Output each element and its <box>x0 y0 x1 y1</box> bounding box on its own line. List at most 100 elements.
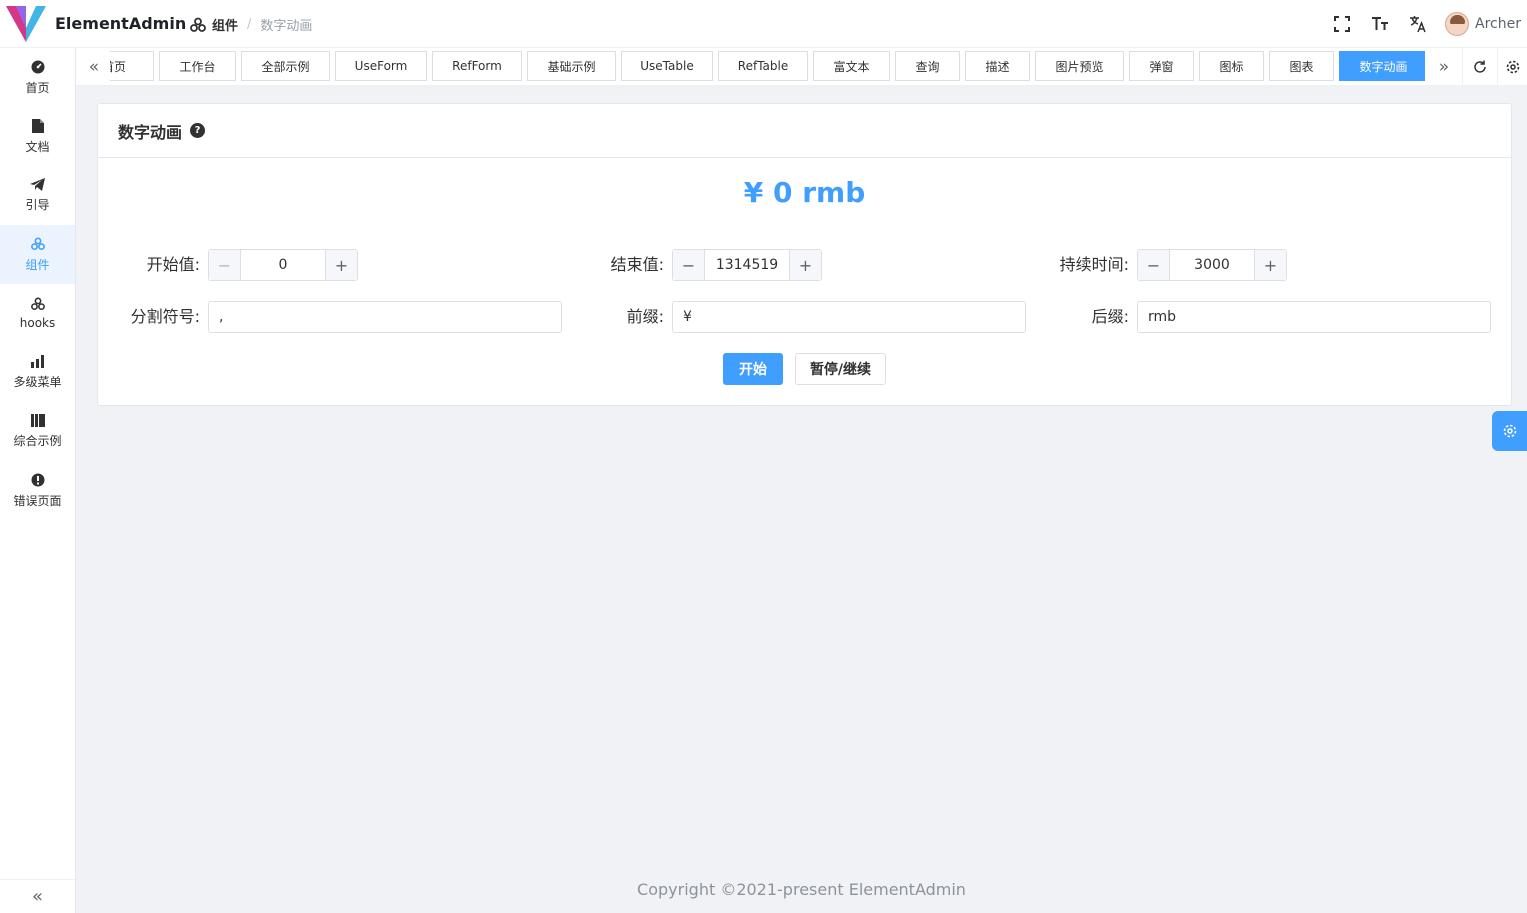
sidebar-item-label: hooks <box>19 316 56 330</box>
sidebar-item-components[interactable]: 组件 <box>0 225 75 284</box>
tags-settings-button[interactable] <box>1497 48 1527 86</box>
sidebar-collapse-button[interactable]: « <box>0 879 75 913</box>
breadcrumb: 组件 / 数字动画 <box>190 15 312 34</box>
tag-label: 弹窗 <box>1149 59 1174 74</box>
form-row-numbers: 开始值: − 0 + 结束值: − 1314519 + 持续时间: − 3000… <box>98 249 1511 281</box>
font-size-icon <box>1372 17 1389 30</box>
sidebar-item-error-pages[interactable]: 错误页面 <box>0 461 75 520</box>
tag-label: UseTable <box>640 59 694 73</box>
count-to-card: 数字动画 ? ¥ 0 rmb 开始值: − 0 + 结束值: − 1314519… <box>97 103 1512 406</box>
sidebar-item-examples[interactable]: 综合示例 <box>0 402 75 461</box>
tag-descriptions[interactable]: 描述 <box>965 51 1030 81</box>
start-value-increase-button[interactable]: + <box>325 250 357 280</box>
sidebar-item-hooks[interactable]: hooks <box>0 284 75 343</box>
refresh-button[interactable] <box>1462 48 1497 86</box>
footer-copyright: Copyright ©2021-present ElementAdmin <box>637 880 966 899</box>
breadcrumb-separator: / <box>247 17 252 32</box>
tag-image-viewer[interactable]: 图片预览 <box>1035 51 1124 81</box>
tag-basic-example[interactable]: 基础示例 <box>527 51 616 81</box>
header-tools: Archer <box>1323 0 1527 48</box>
username[interactable]: Archer <box>1475 16 1521 32</box>
tag-refform[interactable]: RefForm <box>432 51 522 81</box>
sidebar-item-docs[interactable]: 文档 <box>0 107 75 166</box>
tag-label: 描述 <box>985 59 1010 74</box>
end-value-increase-button[interactable]: + <box>789 250 821 280</box>
fullscreen-icon <box>1334 16 1351 32</box>
language-button[interactable] <box>1399 0 1437 48</box>
app-name[interactable]: ElementAdmin <box>55 14 186 33</box>
sidebar-item-multi-menu[interactable]: 多级菜单 <box>0 343 75 402</box>
tag-home[interactable]: 首页 <box>110 51 154 81</box>
duration-increase-button[interactable]: + <box>1254 250 1286 280</box>
count-to-display: ¥ 0 rmb <box>743 176 866 209</box>
start-value-input[interactable]: 0 <box>241 250 325 280</box>
tag-useform[interactable]: UseForm <box>335 51 427 81</box>
help-icon[interactable]: ? <box>190 123 206 138</box>
duration-input[interactable]: 3000 <box>1170 250 1254 280</box>
refresh-icon <box>1474 60 1486 73</box>
end-value-input[interactable]: 1314519 <box>705 250 789 280</box>
page-title: 数字动画 <box>118 122 183 142</box>
tag-label: 富文本 <box>833 59 870 74</box>
card-header: 数字动画 ? <box>98 104 1511 158</box>
hooks-icon <box>30 297 45 311</box>
top-header: ElementAdmin 组件 / 数字动画 Archer <box>0 0 1527 48</box>
duration-stepper[interactable]: − 3000 + <box>1137 249 1287 281</box>
sidebar-item-label: 引导 <box>25 198 50 212</box>
tags-scroll-right-button[interactable]: » <box>1426 48 1462 86</box>
tag-label: 工作台 <box>179 59 216 74</box>
sidebar-item-home[interactable]: 首页 <box>0 48 75 107</box>
breadcrumb-item-components[interactable]: 组件 <box>212 15 238 34</box>
tags-scroll-left-button[interactable]: « <box>76 48 112 86</box>
fullscreen-button[interactable] <box>1323 0 1361 48</box>
start-value-stepper[interactable]: − 0 + <box>208 249 358 281</box>
suffix-input[interactable]: rmb <box>1137 301 1491 333</box>
tag-usetable[interactable]: UseTable <box>621 51 713 81</box>
tag-count-to[interactable]: 数字动画 <box>1339 51 1425 81</box>
sidebar-item-label: 综合示例 <box>13 434 62 448</box>
tag-dialog[interactable]: 弹窗 <box>1129 51 1194 81</box>
send-icon <box>30 178 45 191</box>
sidebar-item-label: 多级菜单 <box>13 375 62 389</box>
tag-label: 图标 <box>1219 59 1244 74</box>
start-value-label: 开始值: <box>146 255 200 274</box>
translate-icon <box>1410 16 1426 33</box>
suffix-label: 后缀: <box>1091 307 1129 326</box>
form-row-format: 分割符号: , 前缀: ¥ 后缀: rmb <box>98 301 1511 333</box>
tag-label: 图表 <box>1289 59 1314 74</box>
sidebar-item-label: 组件 <box>25 257 50 272</box>
end-value-stepper[interactable]: − 1314519 + <box>672 249 822 281</box>
book-icon <box>30 414 45 427</box>
component-icon <box>190 17 206 32</box>
tag-reftable[interactable]: RefTable <box>718 51 808 81</box>
start-button[interactable]: 开始 <box>723 353 783 385</box>
tag-all-examples[interactable]: 全部示例 <box>241 51 330 81</box>
tag-echart[interactable]: 图表 <box>1269 51 1334 81</box>
start-value-decrease-button[interactable]: − <box>209 250 241 280</box>
logo-icon[interactable] <box>6 4 46 44</box>
separator-input[interactable]: , <box>208 301 562 333</box>
sidebar: 首页 文档 引导 组件 hooks 多级菜单 综合示例 错误页面 « <box>0 48 76 913</box>
tag-icon[interactable]: 图标 <box>1199 51 1264 81</box>
tag-rich-text[interactable]: 富文本 <box>813 51 890 81</box>
end-value-decrease-button[interactable]: − <box>673 250 705 280</box>
tag-label: 首页 <box>110 59 126 74</box>
tags-scroll-area[interactable]: 首页 工作台 全部示例 UseForm RefForm 基础示例 UseTabl… <box>110 48 1425 86</box>
font-size-button[interactable] <box>1361 0 1399 48</box>
error-icon <box>31 473 44 486</box>
tag-label: 查询 <box>915 59 940 74</box>
tags-list: 首页 工作台 全部示例 UseForm RefForm 基础示例 UseTabl… <box>110 51 1425 81</box>
prefix-input[interactable]: ¥ <box>672 301 1026 333</box>
tag-label: 图片预览 <box>1055 59 1104 74</box>
tag-label: RefForm <box>452 59 502 73</box>
tag-label: 基础示例 <box>547 59 596 74</box>
tag-search[interactable]: 查询 <box>895 51 960 81</box>
duration-decrease-button[interactable]: − <box>1138 250 1170 280</box>
tag-workplace[interactable]: 工作台 <box>159 51 236 81</box>
tags-view: « 首页 工作台 全部示例 UseForm RefForm 基础示例 UseTa… <box>76 48 1527 86</box>
pause-resume-button[interactable]: 暂停/继续 <box>795 353 886 385</box>
sidebar-item-guide[interactable]: 引导 <box>0 166 75 225</box>
bar-chart-icon <box>30 355 44 368</box>
avatar[interactable] <box>1445 12 1470 36</box>
settings-drawer-button[interactable] <box>1492 411 1527 451</box>
